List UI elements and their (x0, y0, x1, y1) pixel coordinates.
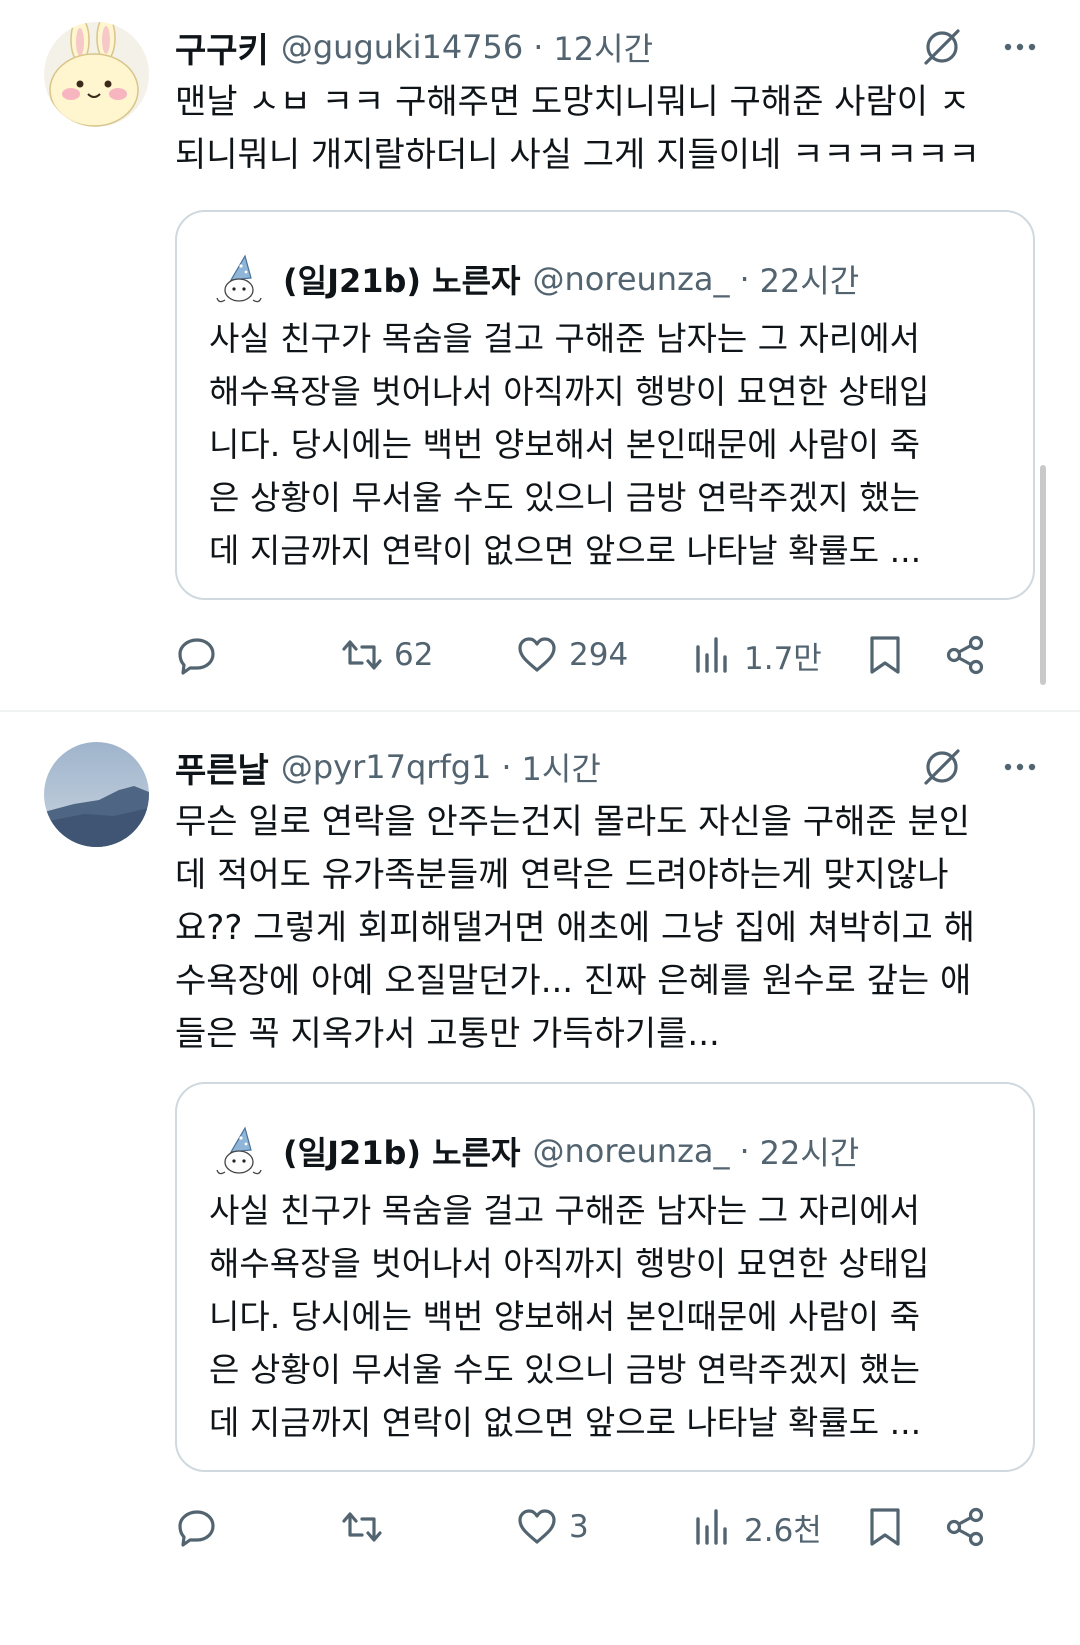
like-count: 294 (569, 637, 629, 673)
grok-icon[interactable] (920, 745, 964, 789)
quoted-tweet[interactable]: (일J21b) 노른자 @noreunza_ · 22시간 사실 친구가 목숨을… (175, 1082, 1035, 1472)
tweet-actions: 3 2.6천 (175, 1502, 1030, 1552)
tweet-actions: 62 294 1.7만 (175, 630, 1030, 680)
share-icon (946, 635, 984, 675)
views-button[interactable]: 1.7만 (690, 630, 822, 680)
separator: · (501, 748, 512, 786)
views-chart-icon (696, 1509, 727, 1545)
wizard-avatar-icon[interactable] (209, 250, 267, 308)
views-button[interactable]: 2.6천 (690, 1502, 822, 1552)
quoted-timestamp: 22시간 (759, 262, 860, 300)
heart-icon (518, 637, 556, 672)
quoted-tweet-text: 사실 친구가 목숨을 걸고 구해준 남자는 그 자리에서 해수욕장을 벗어나서 … (209, 319, 930, 570)
avatar[interactable] (44, 742, 149, 847)
bookmark-icon (870, 1508, 900, 1546)
scrollbar[interactable] (1040, 465, 1046, 685)
more-options-icon[interactable] (1000, 747, 1040, 787)
share-button[interactable] (943, 630, 987, 680)
timestamp[interactable]: 1시간 (522, 744, 601, 790)
retweet-button[interactable] (340, 1502, 394, 1552)
grok-icon[interactable] (920, 25, 964, 69)
reply-icon (178, 1510, 215, 1547)
heart-icon (518, 1509, 556, 1544)
share-button[interactable] (943, 1502, 987, 1552)
reply-button[interactable] (175, 1502, 229, 1552)
bookmark-button[interactable] (863, 1502, 907, 1552)
timestamp[interactable]: 12시간 (553, 24, 653, 70)
views-chart-icon (696, 637, 727, 673)
quoted-tweet[interactable]: (일J21b) 노른자 @noreunza_ · 22시간 사실 친구가 목숨을… (175, 210, 1035, 600)
bookmark-button[interactable] (863, 630, 907, 680)
user-handle[interactable]: @pyr17qrfg1 (281, 748, 492, 786)
separator: · (739, 260, 750, 298)
user-handle[interactable]: @guguki14756 (281, 28, 523, 66)
like-count: 3 (569, 1509, 589, 1545)
reply-icon (178, 638, 215, 675)
separator: · (739, 1132, 750, 1170)
quoted-display-name: (일J21b) 노른자 (283, 1134, 521, 1172)
views-count: 1.7만 (744, 640, 822, 677)
mountain-avatar-icon (44, 742, 149, 847)
like-button[interactable]: 294 (515, 630, 628, 680)
display-name[interactable]: 구구키 (175, 23, 269, 72)
retweet-icon (342, 1512, 382, 1542)
quoted-user-handle: @noreunza_ (532, 1132, 730, 1170)
bunny-avatar-icon (44, 22, 149, 127)
share-icon (946, 1507, 984, 1547)
separator: · (533, 28, 544, 66)
tweet-text: 무슨 일로 연락을 안주는건지 몰라도 자신을 구해준 분인 데 적어도 유가족… (175, 802, 975, 1054)
avatar[interactable] (44, 22, 149, 127)
views-count: 2.6천 (744, 1512, 822, 1549)
reply-button[interactable] (175, 630, 229, 680)
retweet-icon (342, 640, 382, 670)
bookmark-icon (870, 636, 900, 674)
retweet-button[interactable]: 62 (340, 630, 433, 680)
retweet-count: 62 (394, 637, 434, 673)
quoted-timestamp: 22시간 (759, 1134, 860, 1172)
quoted-tweet-text: 사실 친구가 목숨을 걸고 구해준 남자는 그 자리에서 해수욕장을 벗어나서 … (209, 1191, 930, 1442)
more-options-icon[interactable] (1000, 27, 1040, 67)
quoted-display-name: (일J21b) 노른자 (283, 262, 521, 300)
tweet-text: 맨날 ㅅㅂ ㅋㅋ 구해주면 도망치니뭐니 구해준 사람이 ㅈ 되니뭐니 개지랄하… (175, 82, 980, 175)
tweet[interactable]: 푸른날 @pyr17qrfg1 · 1시간 무슨 일로 연락을 안주는건지 몰라… (0, 712, 1080, 1645)
wizard-avatar-icon[interactable] (209, 1122, 267, 1180)
tweet[interactable]: 구구키 @guguki14756 · 12시간 맨날 ㅅㅂ ㅋㅋ 구해주면 도망… (0, 0, 1080, 712)
like-button[interactable]: 3 (515, 1502, 589, 1552)
display-name[interactable]: 푸른날 (175, 743, 269, 792)
quoted-user-handle: @noreunza_ (532, 260, 730, 298)
